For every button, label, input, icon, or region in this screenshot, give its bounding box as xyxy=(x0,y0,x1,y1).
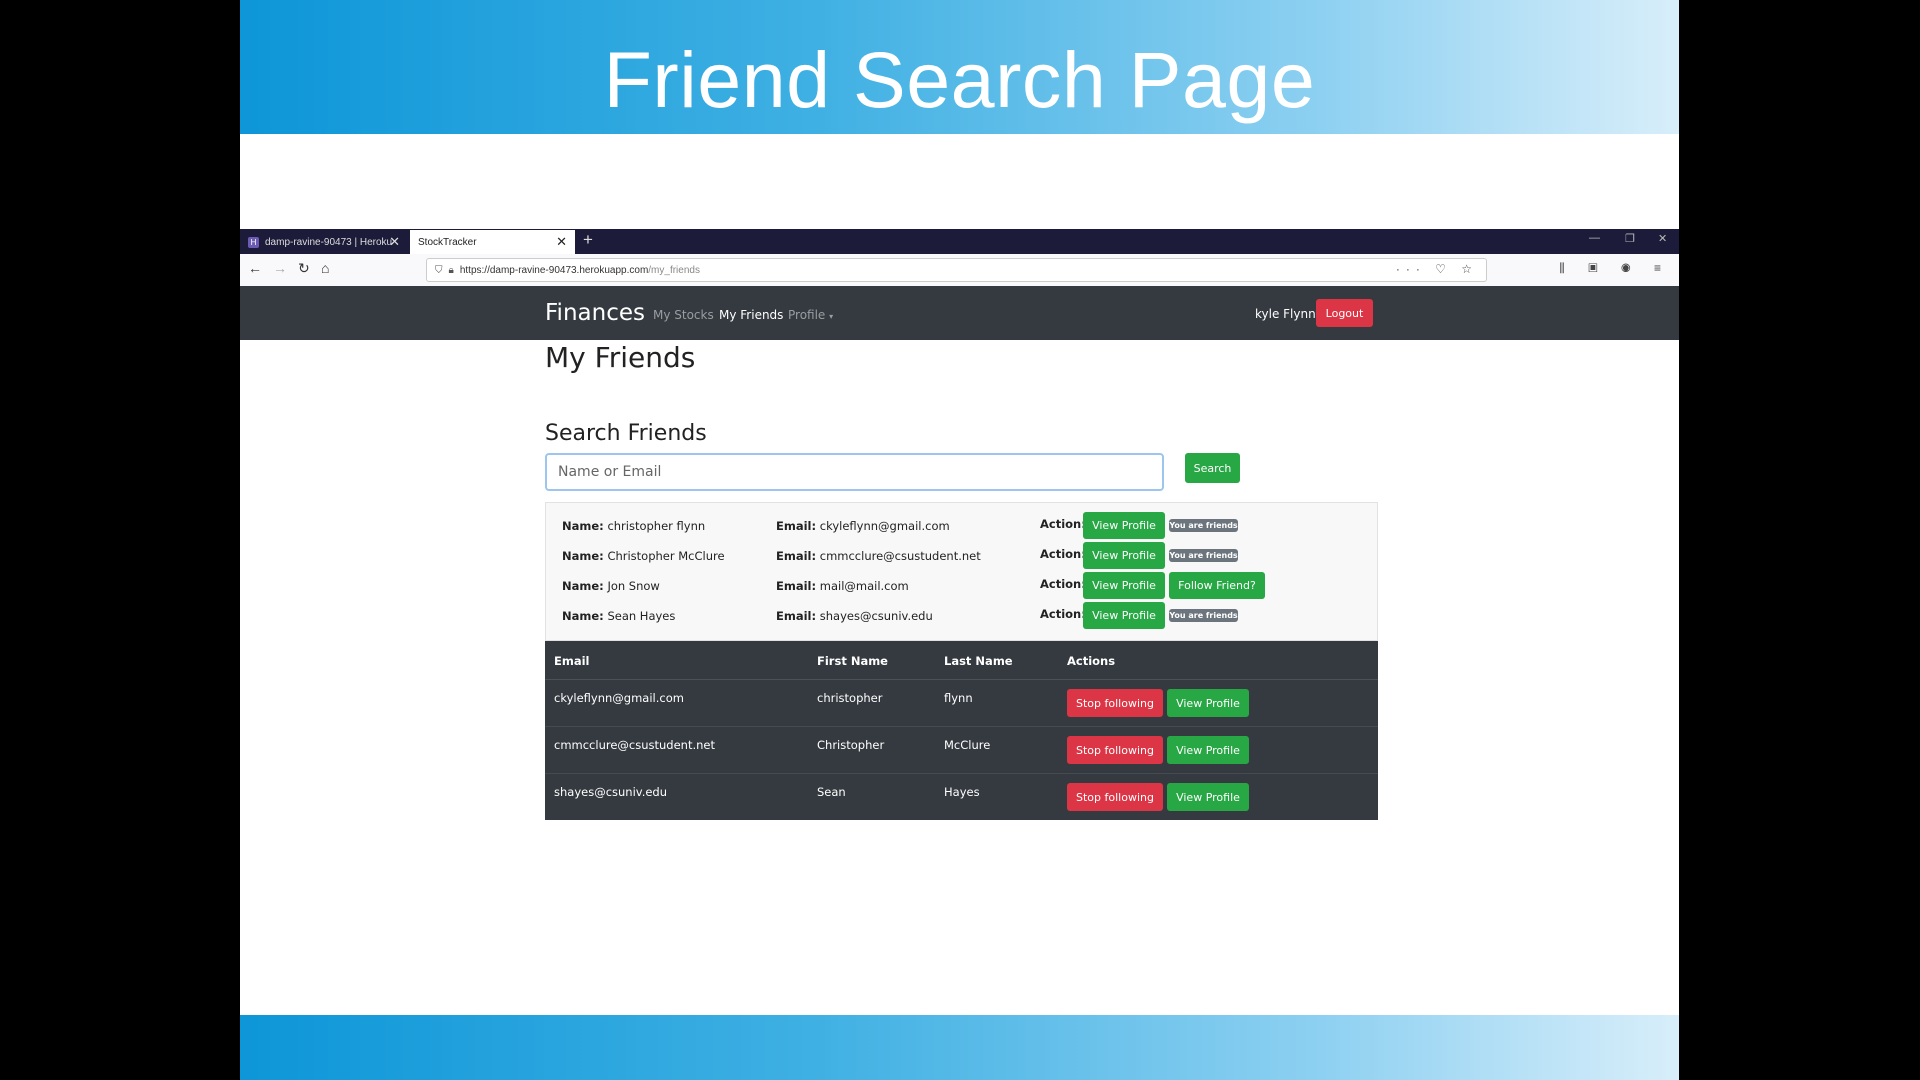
result-name: Christopher McClure xyxy=(607,549,725,563)
section-title: Search Friends xyxy=(545,421,707,446)
table-row: ckyleflynn@gmail.com christopher flynn S… xyxy=(545,679,1378,727)
reload-icon[interactable]: ↻ xyxy=(298,260,310,277)
cell-first-name: Sean xyxy=(817,785,846,799)
column-header-first-name: First Name xyxy=(817,654,888,668)
search-button[interactable]: Search xyxy=(1185,453,1240,483)
home-icon[interactable]: ⌂ xyxy=(321,260,329,276)
address-bar[interactable]: ⛉ 🔒︎ https://damp-ravine-90473.herokuapp… xyxy=(426,258,1487,282)
result-name: christopher flynn xyxy=(607,519,706,533)
nav-my-friends[interactable]: My Friends xyxy=(719,308,783,322)
name-label: Name: xyxy=(562,579,604,593)
stop-following-button[interactable]: Stop following xyxy=(1067,783,1163,811)
nav-profile-dropdown[interactable]: Profile ▾ xyxy=(788,308,833,322)
tab-stocktracker[interactable]: StockTracker ✕ xyxy=(410,230,575,254)
table-row: shayes@csuniv.edu Sean Hayes Stop follow… xyxy=(545,773,1378,820)
stop-following-button[interactable]: Stop following xyxy=(1067,689,1163,717)
browser-toolbar: ← → ↻ ⌂ ⛉ 🔒︎ https://damp-ravine-90473.h… xyxy=(240,254,1679,287)
close-icon[interactable]: ✕ xyxy=(556,234,567,250)
minimize-icon[interactable]: — xyxy=(1589,232,1600,244)
slide-title: Friend Search Page xyxy=(603,35,1316,124)
shield-icon: ⛉ xyxy=(435,264,443,276)
url-path: /my_friends xyxy=(648,264,700,276)
status-badge: You are friends xyxy=(1169,519,1238,532)
email-label: Email: xyxy=(776,549,817,563)
email-label: Email: xyxy=(776,519,817,533)
action-label: Action: xyxy=(1040,517,1086,531)
result-name: Sean Hayes xyxy=(607,609,676,623)
column-header-email: Email xyxy=(554,654,590,668)
logout-button[interactable]: Logout xyxy=(1316,299,1373,327)
cell-last-name: McClure xyxy=(944,738,991,752)
cell-first-name: christopher xyxy=(817,691,883,705)
slide: Friend Search Page H damp-ravine-90473 |… xyxy=(240,0,1679,1080)
result-email: mail@mail.com xyxy=(819,579,909,593)
result-row: Name: Sean Hayes Email: shayes@csuniv.ed… xyxy=(546,602,1377,630)
brand[interactable]: Finances xyxy=(545,300,645,326)
result-row: Name: Christopher McClure Email: cmmcclu… xyxy=(546,542,1377,570)
column-header-last-name: Last Name xyxy=(944,654,1013,668)
tab-label: StockTracker xyxy=(418,236,477,248)
page-title: My Friends xyxy=(545,341,696,374)
cell-email: cmmcclure@csustudent.net xyxy=(554,738,715,752)
tab-label: damp-ravine-90473 | Heroku xyxy=(265,236,393,248)
view-profile-button[interactable]: View Profile xyxy=(1083,602,1165,629)
app-navbar: Finances My Stocks My Friends Profile ▾ … xyxy=(240,286,1679,340)
view-profile-button[interactable]: View Profile xyxy=(1083,512,1165,539)
cell-email: ckyleflynn@gmail.com xyxy=(554,691,684,705)
cell-last-name: Hayes xyxy=(944,785,980,799)
page-actions-icon[interactable]: ··· ♡ ☆ xyxy=(1396,262,1478,276)
name-label: Name: xyxy=(562,519,604,533)
email-label: Email: xyxy=(776,579,817,593)
cell-first-name: Christopher xyxy=(817,738,885,752)
nav-profile-label: Profile xyxy=(788,308,826,322)
username: kyle Flynn xyxy=(1255,307,1316,321)
footer-band xyxy=(240,1015,1679,1080)
email-label: Email: xyxy=(776,609,817,623)
nav-my-stocks[interactable]: My Stocks xyxy=(653,308,714,322)
search-input[interactable] xyxy=(545,453,1164,491)
view-profile-button[interactable]: View Profile xyxy=(1167,736,1249,764)
name-label: Name: xyxy=(562,549,604,563)
tab-heroku[interactable]: H damp-ravine-90473 | Heroku ✕ xyxy=(240,230,408,254)
result-row: Name: Jon Snow Email: mail@mail.com Acti… xyxy=(546,572,1377,600)
forward-icon[interactable]: → xyxy=(273,260,287,276)
result-email: shayes@csuniv.edu xyxy=(819,609,933,623)
column-header-actions: Actions xyxy=(1067,654,1116,668)
view-profile-button[interactable]: View Profile xyxy=(1167,783,1249,811)
status-badge: You are friends xyxy=(1169,549,1238,562)
browser-screenshot: H damp-ravine-90473 | Heroku ✕ StockTrac… xyxy=(240,229,1679,1015)
back-icon[interactable]: ← xyxy=(248,260,262,276)
table-header: Email First Name Last Name Actions xyxy=(545,641,1378,680)
close-icon[interactable]: ✕ xyxy=(389,234,400,250)
toolbar-menu-icon[interactable]: ⫼ ▣ ◉ ≡ xyxy=(1559,261,1671,276)
heroku-icon: H xyxy=(248,236,259,248)
lock-icon: 🔒︎ xyxy=(448,264,454,276)
view-profile-button[interactable]: View Profile xyxy=(1083,572,1165,599)
action-label: Action: xyxy=(1040,607,1086,621)
new-tab-icon[interactable]: + xyxy=(583,230,593,250)
table-row: cmmcclure@csustudent.net Christopher McC… xyxy=(545,726,1378,774)
action-label: Action: xyxy=(1040,577,1086,591)
window-close-icon[interactable]: ✕ xyxy=(1658,232,1667,245)
cell-email: shayes@csuniv.edu xyxy=(554,785,668,799)
follow-friend-button[interactable]: Follow Friend? xyxy=(1169,572,1265,599)
status-badge: You are friends xyxy=(1169,609,1238,622)
result-row: Name: christopher flynn Email: ckyleflyn… xyxy=(546,512,1377,540)
search-results: Name: christopher flynn Email: ckyleflyn… xyxy=(545,502,1378,641)
browser-tab-bar: H damp-ravine-90473 | Heroku ✕ StockTrac… xyxy=(240,229,1679,254)
view-profile-button[interactable]: View Profile xyxy=(1083,542,1165,569)
name-label: Name: xyxy=(562,609,604,623)
cell-last-name: flynn xyxy=(944,691,973,705)
stop-following-button[interactable]: Stop following xyxy=(1067,736,1163,764)
view-profile-button[interactable]: View Profile xyxy=(1167,689,1249,717)
chevron-down-icon: ▾ xyxy=(829,312,834,321)
result-email: ckyleflynn@gmail.com xyxy=(819,519,950,533)
restore-icon[interactable]: ❐ xyxy=(1625,232,1635,245)
friends-table: Email First Name Last Name Actions ckyle… xyxy=(545,641,1378,820)
action-label: Action: xyxy=(1040,547,1086,561)
url-base: https://damp-ravine-90473.herokuapp.com xyxy=(459,264,649,276)
result-email: cmmcclure@csustudent.net xyxy=(819,549,981,563)
result-name: Jon Snow xyxy=(607,579,660,593)
